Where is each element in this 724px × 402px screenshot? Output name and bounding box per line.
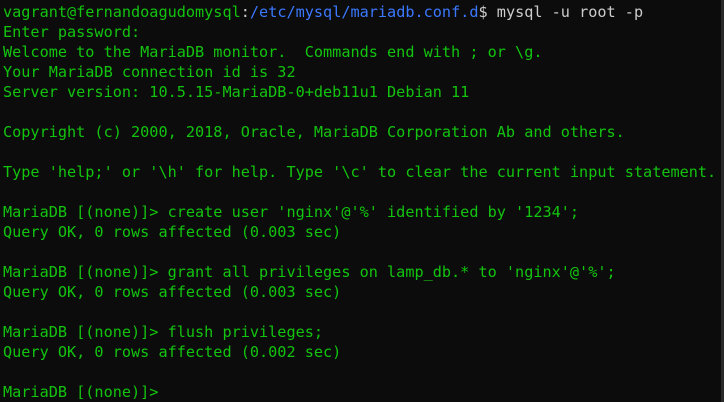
terminal-line: Server version: 10.5.15-MariaDB-0+deb11u… <box>3 83 470 101</box>
prompt-separator: : <box>240 3 250 21</box>
terminal-line: MariaDB [(none)]> create user 'nginx'@'%… <box>3 203 580 221</box>
prompt-user-host: vagrant@fernandoagudomysql <box>3 3 241 21</box>
terminal-line: MariaDB [(none)]> flush privileges; <box>3 323 324 341</box>
terminal-line: Type 'help;' or '\h' for help. Type '\c'… <box>3 163 717 181</box>
shell-command: mysql -u root -p <box>487 3 644 21</box>
terminal-window[interactable]: vagrant@fernandoagudomysql:/etc/mysql/ma… <box>0 0 724 402</box>
terminal-line: MariaDB [(none)]> grant all privileges o… <box>3 263 616 281</box>
terminal-line: Copyright (c) 2000, 2018, Oracle, MariaD… <box>3 123 625 141</box>
terminal-line: Your MariaDB connection id is 32 <box>3 63 296 81</box>
terminal-line: Enter password: <box>3 23 141 41</box>
terminal-line: Query OK, 0 rows affected (0.003 sec) <box>3 283 342 301</box>
shell-prompt-line: vagrant@fernandoagudomysql:/etc/mysql/ma… <box>3 2 643 22</box>
terminal-line: Query OK, 0 rows affected (0.003 sec) <box>3 223 342 241</box>
mariadb-input-prompt[interactable]: MariaDB [(none)]> <box>3 382 158 402</box>
prompt-symbol: $ <box>478 3 488 21</box>
terminal-line: Query OK, 0 rows affected (0.002 sec) <box>3 343 342 361</box>
terminal-line: Welcome to the MariaDB monitor. Commands… <box>3 43 543 61</box>
prompt-path: /etc/mysql/mariadb.conf.d <box>249 3 479 21</box>
